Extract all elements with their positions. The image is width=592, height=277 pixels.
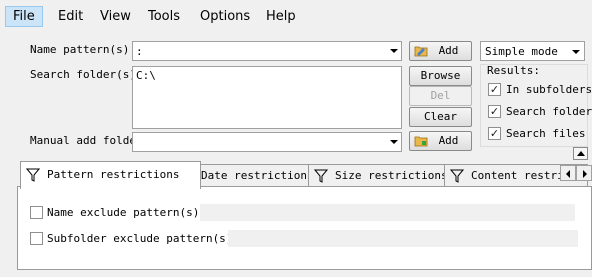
menu-view[interactable]: View (93, 6, 138, 27)
name-pattern-value: : (136, 45, 143, 58)
tab-scroll-right[interactable] (576, 165, 592, 181)
collapse-button[interactable] (573, 147, 588, 160)
del-button[interactable]: Del (409, 86, 472, 106)
mode-value: Simple mode (485, 45, 558, 58)
search-folder-field[interactable]: C:\ (132, 66, 402, 129)
results-label: Results: (487, 64, 540, 77)
name-exclude-field[interactable] (200, 204, 575, 221)
tab-scroll-left[interactable] (560, 165, 576, 181)
manual-add-folder-combo[interactable] (132, 132, 402, 152)
search-folders-label: Search folders (506, 105, 592, 118)
chevron-down-icon (572, 50, 580, 54)
add-folder-button[interactable]: Add (409, 131, 472, 151)
search-folders-checkbox[interactable]: ✓ (488, 105, 501, 118)
name-pattern-combo[interactable]: : (132, 41, 402, 61)
in-subfolders-checkbox[interactable]: ✓ (488, 83, 501, 96)
tab-label: Date restrictions (201, 169, 314, 182)
search-files-label: Search files (506, 127, 586, 140)
funnel-icon (450, 169, 464, 183)
clear-button[interactable]: Clear (409, 107, 472, 127)
chevron-down-icon (390, 49, 398, 53)
in-subfolders-label: In subfolders (506, 83, 592, 96)
name-exclude-label: Name exclude pattern(s): (47, 206, 206, 219)
add-folder-icon (414, 136, 428, 147)
browse-button[interactable]: Browse (409, 66, 472, 86)
menu-options[interactable]: Options (193, 6, 257, 27)
name-pattern-label: Name pattern(s): (30, 43, 136, 56)
search-folder-value: C:\ (136, 69, 156, 82)
menu-tools[interactable]: Tools (141, 6, 187, 27)
add-folder-icon (414, 46, 428, 57)
tab-pattern-restrictions[interactable]: Pattern restrictions (20, 161, 201, 189)
menu-bar: File Edit View Tools Options Help (0, 0, 592, 33)
subfolder-exclude-label: Subfolder exclude pattern(s): (47, 232, 240, 245)
chevron-down-icon (390, 140, 398, 144)
menu-edit[interactable]: Edit (51, 6, 90, 27)
tab-strip: Pattern restrictions Date restrictions S… (0, 161, 592, 189)
mode-combo[interactable]: Simple mode (480, 41, 585, 61)
search-files-checkbox[interactable]: ✓ (488, 127, 501, 140)
manual-add-folder-label: Manual add folder (30, 134, 143, 147)
right-arrow-icon (583, 170, 587, 178)
menu-file[interactable]: File (5, 6, 43, 27)
funnel-icon (26, 168, 40, 182)
tab-scroll-arrows (560, 165, 592, 181)
add-pattern-button[interactable]: Add (409, 41, 472, 61)
name-exclude-checkbox[interactable] (30, 206, 43, 219)
menu-help[interactable]: Help (259, 6, 303, 27)
funnel-icon (314, 169, 328, 183)
pattern-restrictions-panel (17, 186, 592, 270)
search-folder-label: Search folder(s): (30, 68, 143, 81)
subfolder-exclude-checkbox[interactable] (30, 232, 43, 245)
tab-label: Size restrictions (335, 169, 448, 182)
subfolder-exclude-field[interactable] (228, 230, 578, 247)
left-arrow-icon (566, 170, 570, 178)
tab-label: Pattern restrictions (47, 168, 180, 181)
collapse-up-icon (577, 151, 585, 156)
